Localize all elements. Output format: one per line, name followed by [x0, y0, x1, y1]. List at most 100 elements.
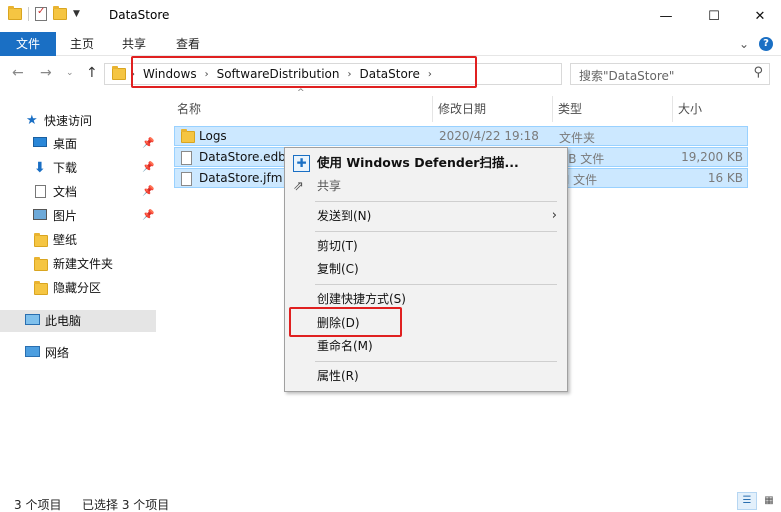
- nav-label: 桌面: [53, 137, 78, 151]
- menu-item-defender-scan[interactable]: ✚ 使用 Windows Defender扫描...: [285, 152, 567, 174]
- pin-icon: 📌: [142, 162, 155, 173]
- menu-item-copy[interactable]: 复制(C): [285, 258, 567, 280]
- menu-divider: [315, 284, 557, 285]
- nav-item-desktop[interactable]: 桌面 📌: [0, 133, 156, 155]
- computer-icon: [25, 314, 40, 325]
- column-divider[interactable]: [672, 96, 673, 122]
- minimize-button[interactable]: —: [643, 0, 689, 32]
- recent-locations-icon[interactable]: ⌄: [66, 68, 74, 78]
- download-icon: ⬇: [34, 160, 46, 176]
- nav-label: 下载: [53, 161, 78, 175]
- menu-label: 重命名(M): [317, 339, 373, 353]
- column-header-size[interactable]: 大小: [678, 100, 702, 118]
- column-header-name[interactable]: 名称: [177, 100, 201, 118]
- file-name: Logs: [199, 129, 227, 143]
- help-icon[interactable]: ?: [759, 37, 773, 51]
- status-item-count: 3 个项目: [14, 498, 62, 512]
- menu-label: 共享: [317, 179, 342, 193]
- maximize-button[interactable]: ☐: [691, 0, 737, 32]
- new-folder-icon[interactable]: [53, 6, 67, 20]
- tab-view[interactable]: 查看: [164, 32, 212, 56]
- column-divider[interactable]: [552, 96, 553, 122]
- table-row[interactable]: Logs 2020/4/22 19:18 文件夹: [174, 126, 748, 146]
- pin-icon: 📌: [142, 138, 155, 149]
- folder-icon: [112, 66, 126, 80]
- menu-item-properties[interactable]: 属性(R): [285, 365, 567, 387]
- nav-item-new-folder[interactable]: 新建文件夹: [0, 253, 156, 275]
- tab-share[interactable]: 共享: [110, 32, 158, 56]
- menu-item-send-to[interactable]: 发送到(N) ›: [285, 205, 567, 227]
- nav-label: 此电脑: [45, 314, 82, 328]
- details-view-icon[interactable]: ☰: [737, 492, 757, 510]
- nav-item-pictures[interactable]: 图片 📌: [0, 205, 156, 227]
- shield-icon: ✚: [293, 155, 310, 172]
- search-placeholder: 搜索"DataStore": [579, 69, 675, 83]
- status-selected-count: 已选择 3 个项目: [82, 498, 170, 512]
- menu-label: 剪切(T): [317, 239, 358, 253]
- ribbon-expand-icon[interactable]: ⌄: [739, 37, 749, 51]
- menu-item-share[interactable]: ⇗ 共享: [285, 175, 567, 197]
- nav-label: 文档: [53, 185, 78, 199]
- menu-label: 使用 Windows Defender扫描...: [317, 155, 519, 170]
- tab-home[interactable]: 主页: [58, 32, 106, 56]
- view-toggle: ☰ ▦: [737, 492, 779, 510]
- picture-icon: [33, 209, 47, 220]
- column-header-date[interactable]: 修改日期: [438, 100, 486, 118]
- search-input[interactable]: 搜索"DataStore" ⚲: [570, 63, 770, 85]
- folder-icon: [34, 257, 48, 271]
- properties-icon[interactable]: [35, 6, 47, 21]
- menu-label: 属性(R): [317, 369, 359, 383]
- nav-item-downloads[interactable]: ⬇ 下载 📌: [0, 157, 156, 179]
- file-date: 2020/4/22 19:18: [439, 129, 539, 143]
- search-icon[interactable]: ⚲: [753, 65, 763, 80]
- close-button[interactable]: ✕: [737, 0, 781, 32]
- nav-item-network[interactable]: 网络: [0, 342, 156, 364]
- folder-icon[interactable]: [8, 6, 22, 20]
- file-name: DataStore.edb: [199, 150, 286, 164]
- back-arrow-icon[interactable]: ←: [12, 65, 24, 81]
- context-menu: ✚ 使用 Windows Defender扫描... ⇗ 共享 发送到(N) ›…: [284, 147, 568, 392]
- nav-item-this-pc[interactable]: 此电脑: [0, 310, 156, 332]
- nav-label: 网络: [45, 346, 70, 360]
- large-icons-view-icon[interactable]: ▦: [759, 492, 779, 510]
- forward-arrow-icon[interactable]: →: [40, 65, 52, 81]
- tab-file[interactable]: 文件: [0, 32, 56, 56]
- nav-item-documents[interactable]: 文档 📌: [0, 181, 156, 203]
- window-title: DataStore: [109, 8, 170, 22]
- star-icon: ★: [26, 113, 38, 128]
- customize-toolbar-arrow-icon[interactable]: ▼: [73, 9, 80, 19]
- file-icon: [181, 172, 192, 186]
- file-name: DataStore.jfm: [199, 171, 283, 185]
- menu-label: 发送到(N): [317, 209, 372, 223]
- folder-icon: [181, 129, 195, 143]
- network-icon: [25, 346, 40, 357]
- menu-label: 复制(C): [317, 262, 359, 276]
- sort-caret-icon: ^: [297, 88, 305, 98]
- nav-label: 新建文件夹: [53, 257, 114, 271]
- highlight-box-address: [131, 56, 477, 88]
- pin-icon: 📌: [142, 186, 155, 197]
- title-bar: ▼ DataStore — ☐ ✕: [0, 0, 781, 32]
- ribbon-tabs: 文件 主页 共享 查看 ⌄ ?: [0, 32, 781, 56]
- chevron-right-icon: ›: [551, 208, 557, 223]
- column-header-type[interactable]: 类型: [558, 100, 582, 118]
- file-type: 文件夹: [559, 131, 596, 145]
- file-icon: [181, 151, 192, 165]
- nav-label: 快速访问: [44, 114, 93, 128]
- menu-divider: [315, 361, 557, 362]
- column-divider[interactable]: [432, 96, 433, 122]
- highlight-box-delete: [289, 307, 402, 337]
- file-size: 19,200 KB: [681, 150, 743, 164]
- navigation-pane: ★ 快速访问 桌面 📌 ⬇ 下载 📌 文档 📌 图片 📌 壁纸 新建文件夹 隐藏…: [0, 100, 160, 480]
- menu-divider: [315, 201, 557, 202]
- menu-item-cut[interactable]: 剪切(T): [285, 235, 567, 257]
- quick-access-toolbar: ▼: [8, 6, 80, 21]
- nav-item-hidden-partition[interactable]: 隐藏分区: [0, 277, 156, 299]
- nav-quick-access[interactable]: ★ 快速访问: [0, 110, 156, 132]
- menu-divider: [315, 231, 557, 232]
- folder-icon: [34, 233, 48, 247]
- nav-label: 隐藏分区: [53, 281, 102, 295]
- up-arrow-icon[interactable]: ↑: [86, 65, 98, 81]
- nav-item-wallpaper[interactable]: 壁纸: [0, 229, 156, 251]
- menu-item-rename[interactable]: 重命名(M): [285, 335, 567, 357]
